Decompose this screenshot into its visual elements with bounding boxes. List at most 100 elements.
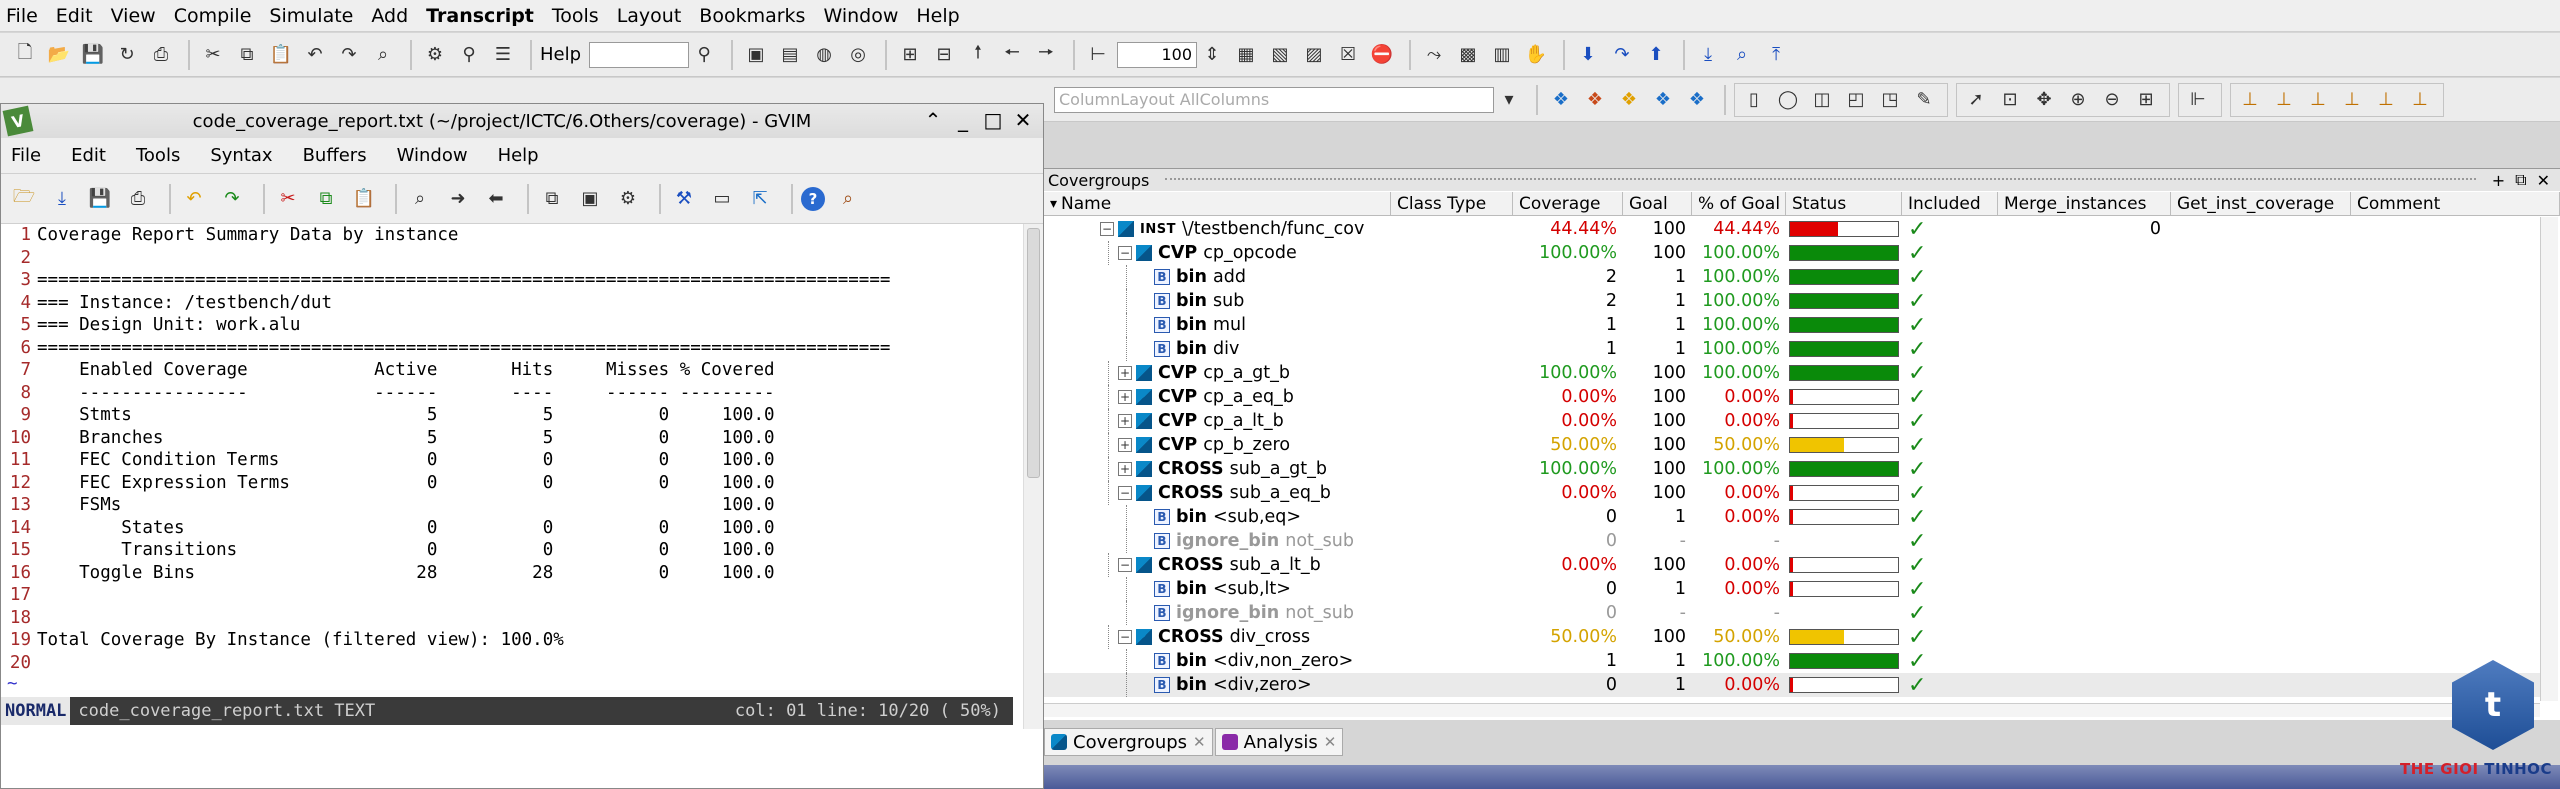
filter-1-icon[interactable]: ▯ (1739, 85, 1769, 115)
tab-covergroups[interactable]: Covergroups ✕ (1044, 728, 1213, 756)
menu-view[interactable]: View (111, 5, 156, 27)
coverage-export-icon[interactable]: ❖ (1682, 85, 1712, 115)
step-out-icon[interactable]: ▥ (1487, 40, 1517, 70)
maximize-icon[interactable]: □ (981, 108, 1005, 132)
mark-icon[interactable]: ⊩ (2183, 85, 2213, 115)
coverage-row[interactable]: Bignore_bin not_sub 0 - - ✓ (1044, 529, 2540, 554)
save-session-icon[interactable]: ▣ (575, 184, 605, 214)
coverage-icon[interactable]: ❖ (1546, 85, 1576, 115)
edge-5-icon[interactable]: ⊥ (2371, 85, 2401, 115)
close-tab-icon[interactable]: ✕ (1193, 733, 1206, 751)
coverage-row[interactable]: + CVP cp_a_lt_b 0.00% 100 0.00% ✓ (1044, 409, 2540, 434)
collapse-icon[interactable]: − (1118, 246, 1132, 260)
filter-pen-icon[interactable]: ✎ (1909, 85, 1939, 115)
filter-t-icon[interactable]: ◰ (1841, 85, 1871, 115)
run-script-icon[interactable]: ⚙ (613, 184, 643, 214)
coverage-add-icon[interactable]: ❖ (1580, 85, 1610, 115)
coverage-row[interactable]: − CROSS sub_a_eq_b 0.00% 100 0.00% ✓ (1044, 481, 2540, 506)
stop-icon[interactable]: ⛔ (1367, 40, 1397, 70)
split-icon[interactable]: ▭ (707, 184, 737, 214)
dock-plus-icon[interactable]: + (2492, 171, 2505, 190)
gvim-menu-edit[interactable]: Edit (71, 145, 106, 166)
run-icon[interactable]: ▦ (1231, 40, 1261, 70)
column-header-get-inst-coverage[interactable]: Get_inst_coverage (2171, 192, 2351, 215)
save-icon[interactable]: 💾 (78, 40, 108, 70)
print-icon[interactable]: ⎙ (123, 184, 153, 214)
covergroups-hscrollbar[interactable] (1044, 703, 2540, 717)
column-layout-select[interactable]: ColumnLayout AllColumns (1054, 86, 1494, 113)
debug-up-icon[interactable]: ⤒ (1761, 40, 1791, 70)
column-header-merge-instances[interactable]: Merge_instances (1998, 192, 2171, 215)
collapse-icon[interactable]: − (1118, 630, 1132, 644)
coverage-row[interactable]: + CROSS sub_a_gt_b 100.00% 100 100.00% ✓ (1044, 457, 2540, 482)
covergroups-tree[interactable]: − INST \/testbench/func_cov 44.44% 100 44.44%… (1044, 217, 2540, 701)
coverage-row[interactable]: Bignore_bin not_sub 0 - - ✓ (1044, 601, 2540, 626)
redo-icon[interactable]: ↷ (334, 40, 364, 70)
help-search-input[interactable] (589, 41, 690, 68)
coverage-row[interactable]: + CVP cp_b_zero 50.00% 100 50.00% ✓ (1044, 433, 2540, 458)
column-header-coverage[interactable]: Coverage (1513, 192, 1623, 215)
help-search-icon[interactable]: ⚲ (689, 40, 719, 70)
step-return-icon[interactable]: ⬆ (1641, 40, 1671, 70)
coverage-row[interactable]: Bbin add 2 1 100.00% ✓ (1044, 265, 2540, 290)
collapse-icon[interactable]: − (1118, 486, 1132, 500)
expand-icon[interactable]: + (1118, 462, 1132, 476)
paste-icon[interactable]: 📋 (349, 184, 379, 214)
back-icon[interactable]: ⬅ (481, 184, 511, 214)
undock-icon[interactable]: ⧉ (2515, 170, 2526, 190)
cut-icon[interactable]: ✂ (273, 184, 303, 214)
debug-search-icon[interactable]: ⌕ (1727, 40, 1757, 70)
menu-add[interactable]: Add (371, 5, 408, 27)
gvim-menu-tools[interactable]: Tools (136, 145, 180, 166)
filter-io-icon[interactable]: ◫ (1807, 85, 1837, 115)
sim-config-icon[interactable]: ▤ (775, 40, 805, 70)
sim-break-icon[interactable]: ◍ (809, 40, 839, 70)
step-into-icon[interactable]: ⬇ (1573, 40, 1603, 70)
zoom-box-icon[interactable]: ⊡ (1995, 85, 2025, 115)
coverage-row[interactable]: Bbin <div,zero> 0 1 0.00% ✓ (1044, 673, 2540, 698)
list-icon[interactable]: ☰ (488, 40, 518, 70)
binoculars-icon[interactable]: ⚲ (454, 40, 484, 70)
save-down-icon[interactable]: ⤓ (47, 184, 77, 214)
expand-icon[interactable]: + (1118, 390, 1132, 404)
arrow-right-icon[interactable]: 🠖 (1031, 40, 1061, 70)
filter-all-icon[interactable]: ◳ (1875, 85, 1905, 115)
close-tab-icon[interactable]: ✕ (1324, 733, 1337, 751)
column-header--of-goal[interactable]: % of Goal (1692, 192, 1786, 215)
find-icon[interactable]: ⌕ (405, 184, 435, 214)
paste-icon[interactable]: 📋 (266, 40, 296, 70)
coverage-row[interactable]: + CVP cp_a_gt_b 100.00% 100 100.00% ✓ (1044, 361, 2540, 386)
chevron-down-icon[interactable]: ▾ (1494, 85, 1524, 115)
edge-4-icon[interactable]: ⊥ (2337, 85, 2367, 115)
step-over-icon[interactable]: ▩ (1453, 40, 1483, 70)
menu-transcript[interactable]: Transcript (426, 5, 534, 27)
menu-file[interactable]: File (6, 5, 38, 27)
coverage-row[interactable]: − INST \/testbench/func_cov 44.44% 100 44.44%… (1044, 217, 2540, 242)
run-length-input[interactable]: 100 (1117, 41, 1198, 68)
hand-icon[interactable]: ✋ (1521, 40, 1551, 70)
covergroups-vscrollbar[interactable] (2540, 217, 2558, 701)
make-icon[interactable]: ⚒ (669, 184, 699, 214)
filter-0-icon[interactable]: ◯ (1773, 85, 1803, 115)
minimize-icon[interactable]: _ (951, 108, 975, 132)
forward-icon[interactable]: ➜ (443, 184, 473, 214)
collapse-icon[interactable]: − (1118, 558, 1132, 572)
coverage-report-icon[interactable]: ❖ (1648, 85, 1678, 115)
column-header-name[interactable]: ▾ Name (1044, 192, 1391, 215)
coverage-row[interactable]: Bbin <sub,lt> 0 1 0.00% ✓ (1044, 577, 2540, 602)
open-folder-icon[interactable]: 📂 (44, 40, 74, 70)
gvim-menu-window[interactable]: Window (397, 145, 468, 166)
find-help-icon[interactable]: ⌕ (833, 184, 863, 214)
column-header-class-type[interactable]: Class Type (1391, 192, 1513, 215)
close-pane-icon[interactable]: ✕ (2537, 171, 2550, 190)
move-icon[interactable]: ✥ (2029, 85, 2059, 115)
coverage-row[interactable]: Bbin sub 2 1 100.00% ✓ (1044, 289, 2540, 314)
print-icon[interactable]: ⎙ (146, 40, 176, 70)
spin-icon[interactable]: ⇕ (1197, 40, 1227, 70)
zoom-out-icon[interactable]: ⊖ (2097, 85, 2127, 115)
save-icon[interactable]: 💾 (85, 184, 115, 214)
new-file-icon[interactable]: 🗋 (10, 40, 40, 70)
run-length-icon[interactable]: ⊢ (1083, 40, 1113, 70)
coverage-row[interactable]: Bbin mul 1 1 100.00% ✓ (1044, 313, 2540, 338)
arrow-left-icon[interactable]: 🠔 (997, 40, 1027, 70)
